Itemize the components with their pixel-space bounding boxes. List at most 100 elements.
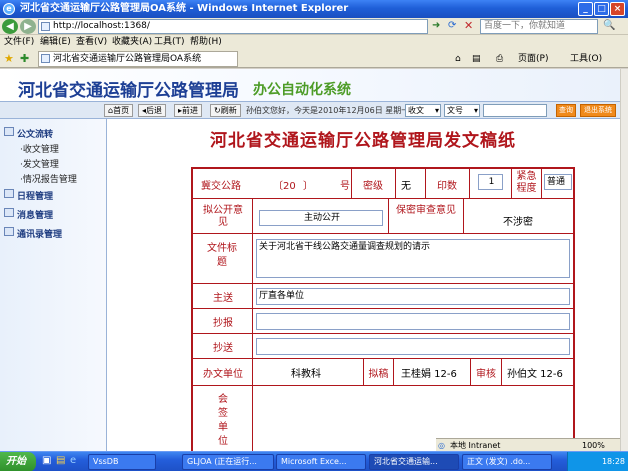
document-title: 河北省交通运输厅公路管理局发文稿纸 [210,131,516,151]
secrecy-review-label: 保密审查意见 [396,205,456,216]
favorites-bar: ★ ✚ 河北省交通运输厅公路管理局OA系统 ⌂ ▤ ⎙ 页面(P) 工具(O) [0,50,628,68]
logout-button[interactable]: 退出系统 [580,104,616,117]
copies-label: 印数 [437,181,457,192]
sidebar-item-send[interactable]: ·发文管理 [20,157,59,170]
contacts-icon [4,227,14,236]
prefix-label: 冀交公路 [201,181,241,192]
start-button[interactable]: 开始 [0,452,36,471]
task-gljoa[interactable]: GLJOA (正在运行... [182,454,274,470]
sidebar-item-receive[interactable]: ·收文管理 [20,142,59,155]
forward-arrow-icon[interactable]: ▶ [20,19,36,34]
back-button[interactable]: ◂后退 [138,104,167,117]
maximize-button[interactable]: □ [594,2,609,16]
window-titlebar: e 河北省交通运输厅公路管理局OA系统 - Windows Internet E… [0,0,628,18]
urgency-label: 紧急程度 [516,171,537,194]
copy-report-input[interactable] [256,313,570,330]
menu-file[interactable]: 文件(F) [4,35,34,50]
task-ie-oa[interactable]: 河北省交通运输... [369,454,459,470]
sidebar: 公文流转 ·收文管理 ·发文管理 ·情况报告管理 日程管理 消息管理 通讯录管理 [0,119,107,451]
title-label: 文件标题 [207,243,237,268]
search-input[interactable]: 百度一下，你就知道 [480,19,598,34]
draft-label: 拟稿 [368,369,389,380]
menu-edit[interactable]: 编辑(E) [40,35,71,50]
page-icon [41,22,50,31]
minimize-button[interactable]: _ [578,2,593,16]
clock: 18:28 [601,457,625,466]
favorites-star-icon[interactable]: ★ [4,50,14,68]
sidebar-item-report[interactable]: ·情况报告管理 [20,172,77,185]
menu-bar: 文件(F) 编辑(E) 查看(V) 收藏夹(A) 工具(T) 帮助(H) [0,35,628,50]
secret-label: 密级 [363,181,383,192]
field-select[interactable]: 文号 [444,104,480,117]
menu-tools[interactable]: 工具(T) [154,35,185,50]
disclosure-label: 拟公开意见 [203,205,243,228]
taskbar: 开始 ▣ ▤ e VssDB GLJOA (正在运行... Microsoft … [0,451,628,471]
title-input[interactable]: 关于河北省干线公路交通量调查规划的请示 [256,239,570,278]
copy-report-label: 抄报 [213,318,233,329]
tab-page-icon [41,54,50,63]
quicklaunch-desktop-icon[interactable]: ▣ [42,455,51,466]
search-icon[interactable]: 🔍 [603,20,615,31]
message-icon [4,208,14,217]
secret-value: 无 [401,181,411,192]
review-label: 审核 [476,369,496,380]
site-banner: 河北省交通运输厅公路管理局 办公自动化系统 [0,69,620,102]
disclosure-input[interactable]: 主动公开 [259,210,383,226]
task-word-doc[interactable]: 正文 (发文) .do... [462,454,552,470]
refresh-button[interactable]: ↻刷新 [210,104,241,117]
vertical-scrollbar[interactable] [620,69,628,451]
dispatch-form: 冀交公路 〔20 〕 号 密级 无 印数 1 紧急程度 普通 拟公开意见 主动公… [191,167,575,451]
refresh-icon[interactable]: ⟳ [448,20,456,31]
query-button[interactable]: 查询 [556,104,576,117]
go-icon[interactable]: ➜ [432,20,440,31]
year-open: 〔20 [273,181,296,192]
secrecy-review-value: 不涉密 [503,217,533,228]
copies-input[interactable]: 1 [478,174,503,190]
schedule-icon [4,189,14,198]
menu-help[interactable]: 帮助(H) [190,35,222,50]
site-subtitle: 办公自动化系统 [253,82,351,98]
stop-icon[interactable]: ✕ [464,19,473,32]
address-input[interactable]: http://localhost:1368/ [38,19,428,34]
unit-value: 科教科 [291,369,321,380]
sidebar-item-schedule[interactable]: 日程管理 [17,189,53,202]
urgency-select[interactable]: 普通 [544,174,572,190]
tools-menu[interactable]: 工具(O) [570,50,602,68]
home-button[interactable]: ⌂首页 [104,104,134,117]
page-menu[interactable]: 页面(P) [518,50,548,68]
unit-label: 办文单位 [203,369,243,380]
browser-tab[interactable]: 河北省交通运输厅公路管理局OA系统 [38,51,238,67]
system-tray: 18:28 [567,452,628,471]
main-send-input[interactable]: 厅直各单位 [256,288,570,305]
back-arrow-icon[interactable]: ◀ [2,19,18,34]
query-input[interactable] [483,104,547,117]
ie-logo-icon: e [3,3,15,15]
number-label: 号 [340,181,350,192]
main-send-label: 主送 [213,293,233,304]
task-vssdb[interactable]: VssDB [88,454,156,470]
quicklaunch-explorer-icon[interactable]: ▤ [56,455,65,466]
copy-send-label: 抄送 [213,343,233,354]
review-value: 孙伯文 12-6 [507,369,563,380]
copy-send-input[interactable] [256,338,570,355]
sidebar-item-contacts[interactable]: 通讯录管理 [17,227,62,240]
year-close: 〕 [303,181,313,192]
window-title: 河北省交通运输厅公路管理局OA系统 - Windows Internet Exp… [20,3,349,14]
document-flow-icon [4,127,14,136]
task-excel[interactable]: Microsoft Exce... [276,454,366,470]
feeds-icon[interactable]: ▤ [472,50,481,68]
sidebar-item-document-flow[interactable]: 公文流转 [17,127,53,140]
doc-type-select[interactable]: 收文 [405,104,441,117]
quicklaunch-ie-icon[interactable]: e [70,455,76,466]
menu-view[interactable]: 查看(V) [76,35,107,50]
close-button[interactable]: × [610,2,625,16]
welcome-text: 孙伯文您好，今天是2010年12月06日 星期一 [246,106,410,115]
home-icon[interactable]: ⌂ [455,50,461,68]
draft-value: 王桂娟 12-6 [401,369,457,380]
menu-favorites[interactable]: 收藏夹(A) [112,35,152,50]
forward-button[interactable]: ▸前进 [174,104,203,117]
print-icon[interactable]: ⎙ [496,50,503,68]
add-favorite-icon[interactable]: ✚ [20,50,29,68]
page-content: 河北省交通运输厅公路管理局 办公自动化系统 ⌂首页 ◂后退 ▸前进 ↻刷新 孙伯… [0,69,620,451]
sidebar-item-messages[interactable]: 消息管理 [17,208,53,221]
